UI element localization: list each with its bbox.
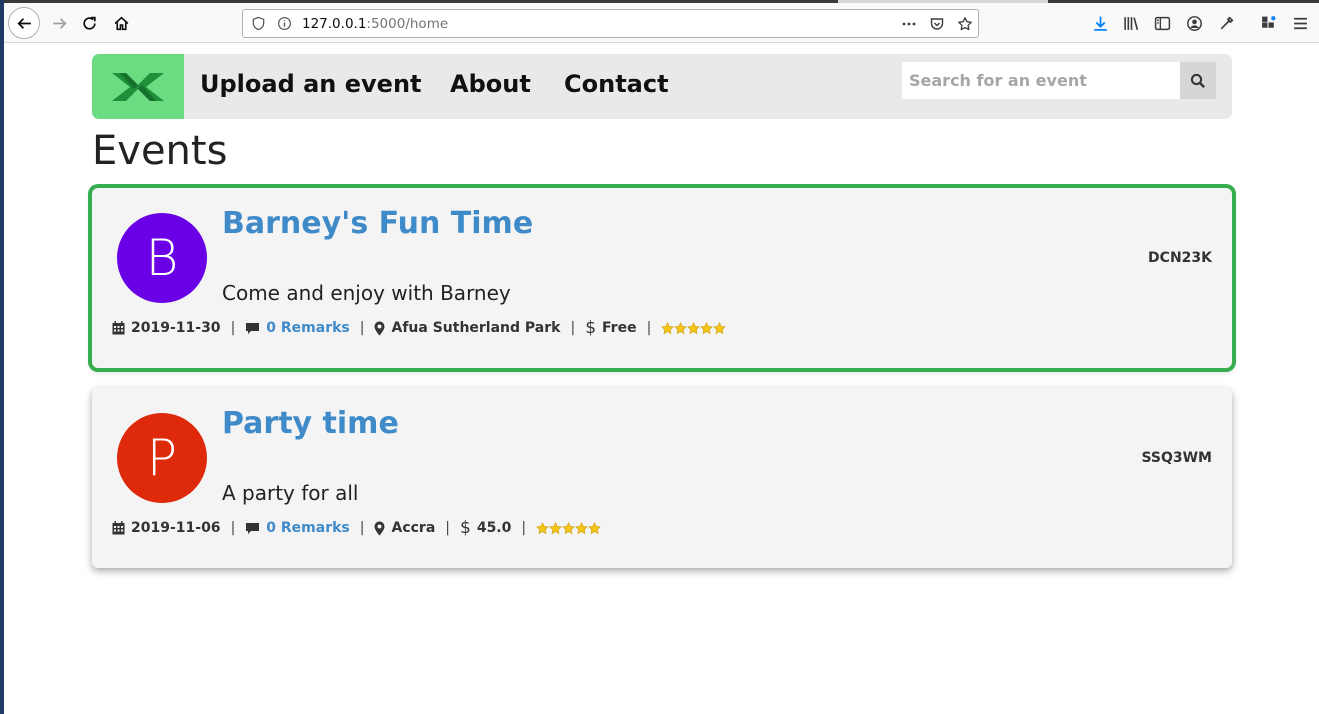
calendar-icon xyxy=(112,521,125,535)
event-avatar: B xyxy=(117,213,207,303)
desktop-edge xyxy=(0,0,4,714)
arrow-left-icon xyxy=(16,17,31,29)
separator: | xyxy=(646,320,652,336)
search-input[interactable] xyxy=(902,62,1180,99)
event-description: Come and enjoy with Barney xyxy=(222,281,511,305)
url-bar[interactable]: 127.0.0.1:5000/home xyxy=(242,9,979,38)
event-location: Afua Sutherland Park xyxy=(391,320,561,336)
event-card[interactable]: B Barney's Fun Time DCN23K Come and enjo… xyxy=(92,188,1232,368)
avatar-letter: P xyxy=(146,429,178,487)
comment-icon xyxy=(245,522,260,535)
separator: | xyxy=(230,520,236,536)
nav-about[interactable]: About xyxy=(450,70,531,98)
info-icon[interactable] xyxy=(277,16,292,31)
url-text[interactable]: 127.0.0.1:5000/home xyxy=(302,16,448,32)
dollar-icon: $ xyxy=(585,318,597,338)
eyedropper-icon[interactable] xyxy=(1216,13,1236,33)
bookmark-star-icon[interactable] xyxy=(956,15,974,33)
separator: | xyxy=(570,320,576,336)
rating-stars xyxy=(536,521,601,535)
comment-icon xyxy=(245,322,260,335)
map-marker-icon xyxy=(374,321,385,336)
avatar-letter: B xyxy=(145,229,179,287)
account-icon[interactable] xyxy=(1184,13,1204,33)
forward-button[interactable] xyxy=(44,8,74,38)
event-meta: 2019-11-30 | 0 Remarks | Afua Sutherland… xyxy=(112,318,727,338)
separator: | xyxy=(445,520,450,536)
event-price: Free xyxy=(602,320,637,336)
arrow-right-icon xyxy=(52,17,67,29)
reload-icon xyxy=(82,16,96,30)
star-rating-icon xyxy=(536,521,601,534)
event-code: DCN23K xyxy=(1148,250,1212,266)
download-icon[interactable] xyxy=(1090,13,1110,33)
shield-icon[interactable] xyxy=(251,16,266,31)
calendar-icon xyxy=(112,321,125,335)
sidebar-icon[interactable] xyxy=(1152,13,1172,33)
library-icon[interactable] xyxy=(1121,13,1141,33)
home-icon xyxy=(114,16,128,30)
event-description: A party for all xyxy=(222,481,359,505)
event-meta: 2019-11-06 | 0 Remarks | Accra | $ 45.0 … xyxy=(112,518,601,538)
browser-toolbar: 127.0.0.1:5000/home xyxy=(4,3,1319,43)
nav-contact[interactable]: Contact xyxy=(564,70,669,98)
event-remarks-link[interactable]: 0 Remarks xyxy=(266,520,349,536)
separator: | xyxy=(359,320,365,336)
separator: | xyxy=(359,520,365,536)
dollar-icon: $ xyxy=(460,518,471,538)
menu-icon[interactable] xyxy=(1290,13,1310,33)
url-host: 127.0.0.1 xyxy=(302,16,367,32)
event-date: 2019-11-30 xyxy=(131,320,221,336)
event-title-link[interactable]: Barney's Fun Time xyxy=(222,206,533,241)
map-marker-icon xyxy=(374,521,385,536)
event-date: 2019-11-06 xyxy=(131,520,221,536)
nav-upload-event[interactable]: Upload an event xyxy=(200,70,422,98)
page-title: Events xyxy=(92,128,228,174)
event-card[interactable]: P Party time SSQ3WM A party for all 2019… xyxy=(92,388,1232,568)
event-avatar: P xyxy=(117,413,207,503)
search-icon xyxy=(1190,73,1206,88)
star-rating-icon xyxy=(661,321,727,334)
reload-button[interactable] xyxy=(74,8,104,38)
event-location: Accra xyxy=(391,520,436,536)
logo-icon xyxy=(112,72,164,101)
site-logo[interactable] xyxy=(92,54,184,119)
event-code: SSQ3WM xyxy=(1141,450,1212,466)
separator: | xyxy=(521,520,527,536)
event-title-link[interactable]: Party time xyxy=(222,406,399,441)
extensions-icon[interactable] xyxy=(1258,13,1278,33)
event-remarks-link[interactable]: 0 Remarks xyxy=(266,320,349,336)
url-path: :5000/home xyxy=(366,16,449,32)
rating-stars xyxy=(661,321,727,335)
site-navbar: Upload an event About Contact xyxy=(92,54,1232,119)
search-button[interactable] xyxy=(1180,62,1216,99)
back-button[interactable] xyxy=(8,7,40,39)
pocket-icon[interactable] xyxy=(928,15,946,33)
separator: | xyxy=(230,320,236,336)
page-actions-icon[interactable] xyxy=(900,15,918,33)
event-price: 45.0 xyxy=(476,520,512,536)
home-button[interactable] xyxy=(106,8,136,38)
